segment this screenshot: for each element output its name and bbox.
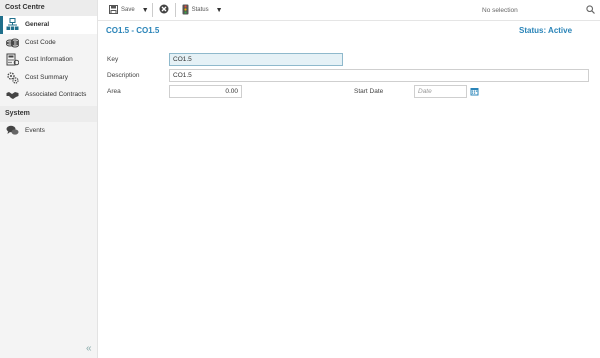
floppy-disk-icon [109, 4, 118, 16]
toolbar-divider [151, 3, 153, 17]
gears-icon [5, 70, 19, 84]
sidebar-item-cost-information[interactable]: Cost Information [0, 51, 97, 69]
handshake-icon [5, 88, 19, 102]
toolbar: Save ▼ Status ▼ No selection [98, 0, 600, 21]
sidebar-item-label: Events [25, 126, 45, 134]
save-button[interactable]: Save [106, 2, 138, 18]
sidebar-item-cost-summary[interactable]: Cost Summary [0, 69, 97, 87]
page-title: CO1.5 - CO1.5 [106, 26, 160, 35]
sidebar-item-label: Cost Information [25, 56, 73, 64]
status-button[interactable]: Status [179, 2, 212, 18]
chat-bubbles-icon [5, 123, 19, 137]
area-label: Area [107, 88, 121, 95]
sidebar-item-label: Cost Summary [25, 73, 68, 81]
sidebar-item-associated-contracts[interactable]: Associated Contracts [0, 86, 97, 104]
sidebar-item-cost-code[interactable]: Cost Code [0, 34, 97, 52]
coins-icon [5, 35, 19, 49]
sidebar-item-label: Cost Code [25, 38, 56, 46]
save-button-label: Save [121, 7, 135, 13]
calculator-icon [5, 53, 19, 67]
search-icon[interactable] [586, 5, 595, 16]
area-field[interactable]: 0.00 [169, 85, 242, 98]
toolbar-divider [174, 3, 176, 17]
sidebar-item-label: General [25, 21, 50, 29]
start-date-field[interactable]: Date [414, 85, 467, 98]
sidebar-item-events[interactable]: Events [0, 122, 97, 140]
status-badge: Status: Active [519, 26, 573, 35]
sidebar-item-label: Associated Contracts [25, 91, 87, 99]
close-circle-icon [159, 4, 169, 16]
sidebar-item-general[interactable]: General [0, 16, 97, 34]
description-field[interactable]: CO1.5 [169, 69, 589, 82]
status-dropdown-caret-icon[interactable]: ▼ [216, 7, 223, 14]
status-button-label: Status [191, 7, 209, 13]
key-label: Key [107, 56, 119, 63]
calendar-icon[interactable] [470, 87, 479, 98]
description-label: Description [107, 72, 140, 79]
section-header-cost-centre: Cost Centre [0, 0, 97, 16]
key-field[interactable]: CO1.5 [169, 53, 343, 66]
start-date-label: Start Date [354, 88, 384, 95]
double-chevron-left-icon[interactable]: « [86, 343, 92, 354]
section-header-system: System [0, 105, 97, 122]
traffic-light-icon [182, 4, 189, 17]
selection-indicator: No selection [482, 7, 518, 14]
close-button[interactable] [156, 2, 172, 18]
save-dropdown-caret-icon[interactable]: ▼ [142, 7, 149, 14]
org-chart-icon [5, 18, 19, 32]
sidebar: Cost Centre General Cost Code Cost Infor… [0, 0, 98, 358]
